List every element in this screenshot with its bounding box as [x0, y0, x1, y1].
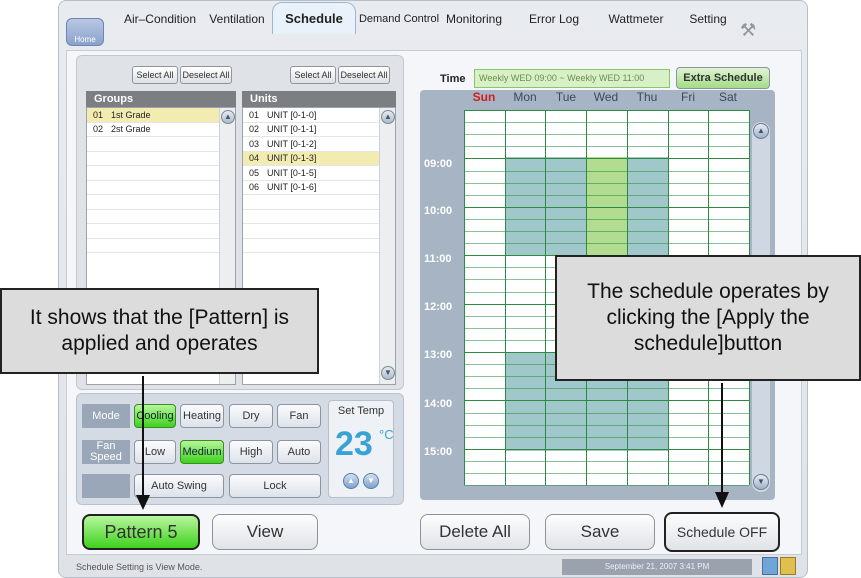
arrowhead-pattern [136, 495, 150, 510]
arrowhead-schedule-off [715, 492, 729, 508]
callout-arrows [136, 376, 729, 510]
